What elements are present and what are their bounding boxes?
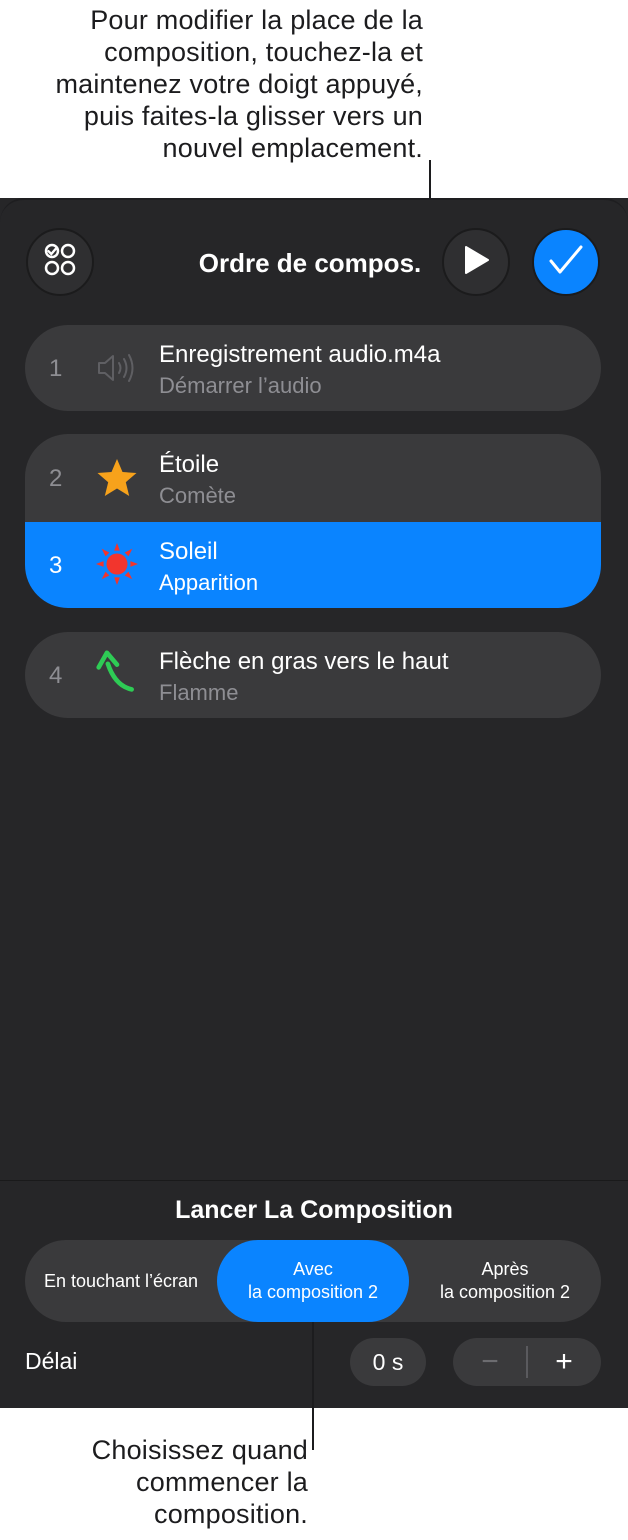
callout-start-time: Choisissez quand commencer la compositio… <box>91 1435 308 1529</box>
sun-icon <box>95 542 139 586</box>
play-icon <box>462 245 490 280</box>
delay-value[interactable]: 0 s <box>350 1338 426 1386</box>
checkmark-icon <box>548 244 584 281</box>
build-number: 4 <box>49 662 63 689</box>
delay-label: Délai <box>25 1348 78 1374</box>
callout-reorder: Pour modifier la place de la composition… <box>55 5 423 163</box>
arrow-icon <box>95 650 139 694</box>
build-title: Étoile <box>159 451 220 478</box>
delay-stepper: − + <box>453 1338 601 1386</box>
callout-leader-bottom <box>312 1322 314 1450</box>
build-row-1[interactable]: 1 Enregistrement audio.m4a Démarrer l’au… <box>25 325 601 411</box>
build-row-4[interactable]: 4 Flèche en gras vers le haut Flamme <box>25 632 601 718</box>
build-number: 1 <box>49 355 63 382</box>
panel-title: Ordre de compos. <box>198 248 422 278</box>
build-number: 2 <box>49 465 63 492</box>
option-sublabel: la composition 2 <box>439 1282 571 1302</box>
build-title: Soleil <box>159 538 218 565</box>
start-build-segmented-control: En touchant l’écran Avec la composition … <box>25 1240 601 1322</box>
star-icon <box>95 456 139 500</box>
start-on-tap-option[interactable]: En touchant l’écran <box>25 1240 217 1322</box>
builds-grid-button[interactable] <box>26 228 94 296</box>
build-effect: Comète <box>159 483 237 508</box>
decrease-delay-button[interactable]: − <box>453 1338 527 1386</box>
option-label: Avec <box>293 1259 333 1279</box>
build-effect: Apparition <box>159 570 259 595</box>
start-with-build-option[interactable]: Avec la composition 2 <box>217 1240 409 1322</box>
build-number: 3 <box>49 552 63 579</box>
build-row-3-selected[interactable]: 3 Soleil Apparition <box>25 522 601 608</box>
increase-delay-button[interactable]: + <box>527 1338 601 1386</box>
done-button[interactable] <box>532 228 600 296</box>
start-build-title: Lancer La Composition <box>175 1196 453 1224</box>
build-effect: Flamme <box>159 680 239 705</box>
build-title: Enregistrement audio.m4a <box>159 341 441 368</box>
build-title: Flèche en gras vers le haut <box>159 648 449 675</box>
section-divider <box>0 1180 628 1181</box>
option-label: En touchant l’écran <box>43 1270 199 1291</box>
builds-grid-icon <box>42 242 78 283</box>
play-button[interactable] <box>442 228 510 296</box>
build-effect: Démarrer l’audio <box>159 373 322 398</box>
option-sublabel: la composition 2 <box>247 1282 379 1302</box>
speaker-icon <box>95 346 139 390</box>
option-label: Après <box>481 1259 529 1279</box>
build-row-2[interactable]: 2 Étoile Comète <box>25 434 601 522</box>
start-after-build-option[interactable]: Après la composition 2 <box>409 1240 601 1322</box>
